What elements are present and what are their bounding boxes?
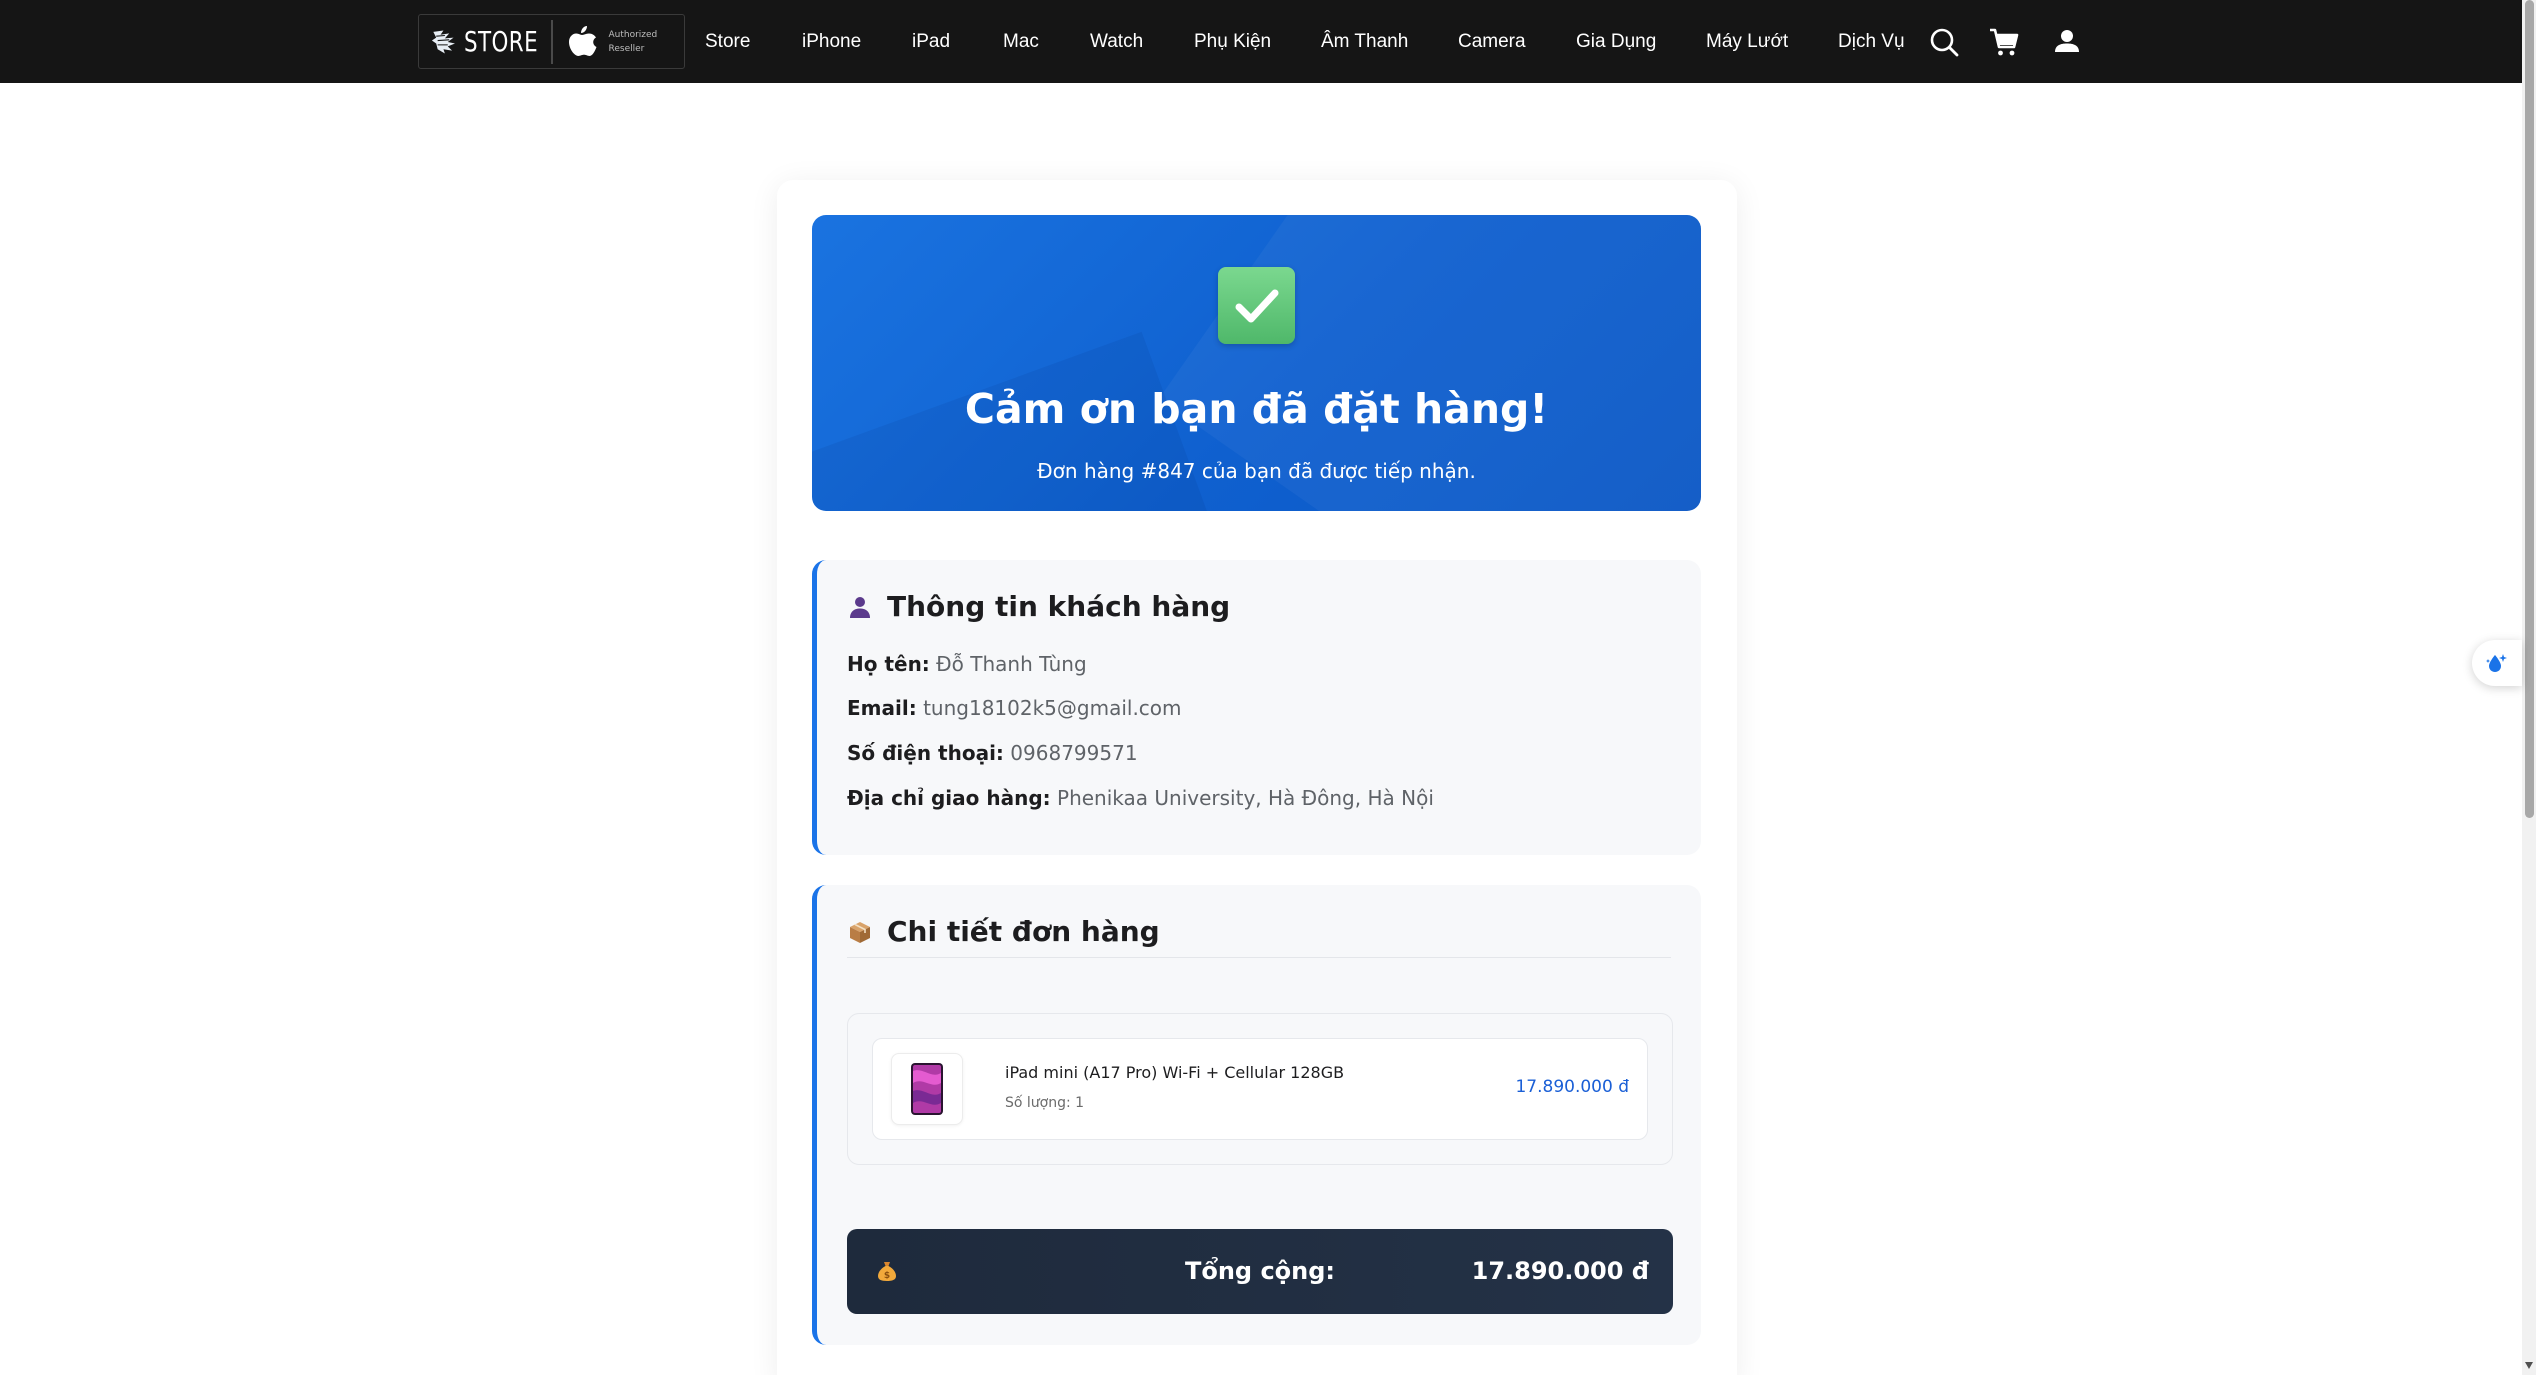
nav-iphone[interactable]: iPhone [802,0,861,83]
customer-phone-value: 0968799571 [1010,741,1138,765]
user-icon [847,594,873,620]
customer-email-value: tung18102k5@gmail.com [923,696,1182,720]
store-brand: STORE [419,15,551,68]
total-value: 17.890.000 đ [1471,1257,1649,1285]
check-mark-icon [1218,267,1295,344]
order-item[interactable]: iPad mini (A17 Pro) Wi-Fi + Cellular 128… [872,1038,1648,1140]
nav-gia-dung[interactable]: Gia Dụng [1576,0,1656,83]
field-label: Email: [847,696,917,720]
order-items-list: iPad mini (A17 Pro) Wi-Fi + Cellular 128… [847,1013,1673,1165]
nav-camera[interactable]: Camera [1458,0,1526,83]
customer-phone-row: Số điện thoại: 0968799571 [847,741,1138,765]
order-details-section: Chi tiết đơn hàng iPad mini (A17 Pro) Wi… [812,885,1701,1345]
nav-store[interactable]: Store [705,0,750,83]
user-icon[interactable] [2051,26,2083,58]
shipping-address-value: Phenikaa University, Hà Đông, Hà Nội [1057,786,1434,810]
store-logo[interactable]: STORE Authorized Reseller [418,14,685,69]
reseller-text: Authorized Reseller [609,28,658,56]
sparkle-drop-icon [2486,654,2507,672]
apple-logo-icon [568,25,596,56]
scrollbar-thumb[interactable] [2525,0,2534,818]
thank-you-title: Cảm ơn bạn đã đặt hàng! [964,385,1549,433]
thank-you-banner: Cảm ơn bạn đã đặt hàng! Đơn hàng #847 củ… [812,215,1701,511]
cart-icon[interactable] [1988,26,2020,58]
customer-name-row: Họ tên: Đỗ Thanh Tùng [847,652,1087,676]
product-name[interactable]: iPad mini (A17 Pro) Wi-Fi + Cellular 128… [1005,1063,1344,1082]
nav-ipad[interactable]: iPad [912,0,950,83]
floating-assistant-button[interactable] [2472,640,2522,686]
product-quantity: Số lượng: 1 [1005,1095,1085,1111]
store-logo-icon [431,29,455,54]
authorized-reseller-badge: Authorized Reseller [553,15,658,68]
order-confirmation-card: Cảm ơn bạn đã đặt hàng! Đơn hàng #847 củ… [777,180,1737,1375]
section-divider [847,957,1671,958]
order-details-heading: Chi tiết đơn hàng [847,915,1160,948]
nav-am-thanh[interactable]: Âm Thanh [1321,0,1408,83]
customer-info-section: Thông tin khách hàng Họ tên: Đỗ Thanh Tù… [812,560,1701,855]
product-price: 17.890.000 đ [1515,1077,1629,1097]
reseller-line-1: Authorized [608,29,658,40]
nav-may-luot[interactable]: Máy Lướt [1706,0,1788,83]
store-brand-text: STORE [463,25,538,58]
field-label: Họ tên: [847,652,930,676]
order-total-bar: $ Tổng cộng: 17.890.000 đ [847,1229,1673,1314]
nav-mac[interactable]: Mac [1003,0,1039,83]
customer-email-row: Email: tung18102k5@gmail.com [847,696,1182,720]
package-icon [847,919,873,945]
shipping-address-row: Địa chỉ giao hàng: Phenikaa University, … [847,786,1434,810]
field-label: Số điện thoại: [847,741,1004,765]
nav-dich-vu[interactable]: Dịch Vụ [1838,0,1905,83]
field-label: Địa chỉ giao hàng: [847,786,1051,810]
search-icon[interactable] [1928,26,1960,58]
top-navbar: STORE Authorized Reseller Store iPhone i… [0,0,2522,83]
nav-phu-kien[interactable]: Phụ Kiện [1194,0,1271,83]
customer-info-heading: Thông tin khách hàng [847,590,1230,623]
ipad-mini-image [911,1063,943,1115]
order-details-title: Chi tiết đơn hàng [887,915,1160,948]
customer-name-value: Đỗ Thanh Tùng [936,652,1087,676]
nav-watch[interactable]: Watch [1090,0,1143,83]
customer-info-title: Thông tin khách hàng [887,590,1231,623]
scroll-down-arrow-icon[interactable] [2525,1362,2533,1369]
product-thumbnail [891,1053,963,1125]
order-received-subtitle: Đơn hàng #847 của bạn đã được tiếp nhận. [1037,459,1476,483]
reseller-line-2: Reseller [608,43,645,54]
page-scrollbar[interactable] [2522,0,2536,1375]
